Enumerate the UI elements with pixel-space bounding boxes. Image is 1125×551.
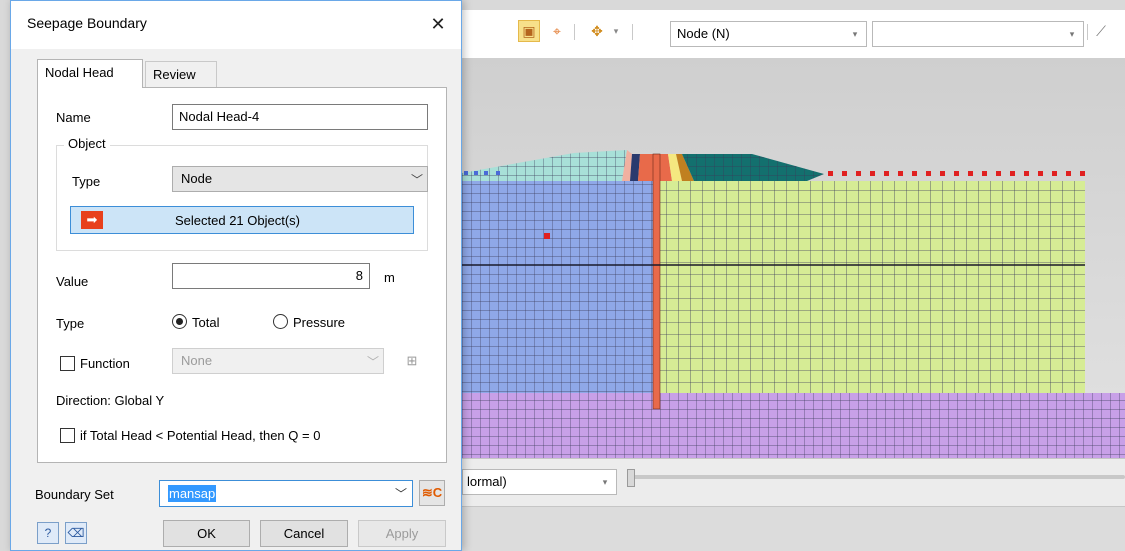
secondary-filter-combo[interactable]: ▾ — [872, 21, 1084, 47]
view-mode-value: lormal) — [467, 474, 507, 489]
pressure-radio[interactable] — [273, 314, 288, 329]
cutoff-wall — [652, 153, 661, 410]
chevron-down-icon: ﹀ — [366, 354, 379, 369]
nodal-head-panel: Name Nodal Head-4 Object Type Node ﹀ ➡ S… — [37, 87, 447, 463]
object-type-select[interactable]: Node ﹀ — [172, 166, 428, 192]
boundary-set-value: mansap — [168, 485, 217, 502]
help-icon[interactable]: ? — [37, 522, 59, 544]
function-select[interactable]: None ﹀ — [172, 348, 384, 374]
chevron-down-icon[interactable]: ▾ — [610, 20, 622, 42]
head-type-label: Type — [56, 316, 85, 331]
chevron-down-icon: ﹀ — [394, 487, 407, 501]
object-group-box — [56, 145, 428, 251]
chevron-down-icon: ﹀ — [410, 172, 423, 187]
potential-head-checkbox[interactable] — [60, 428, 75, 443]
cancel-button[interactable]: Cancel — [260, 520, 348, 547]
eraser-icon[interactable]: ⌫ — [65, 522, 87, 544]
toolbar-separator — [1087, 24, 1088, 40]
bottom-panel — [462, 506, 1125, 551]
direction-text: Direction: Global Y — [56, 393, 165, 408]
selection-filter-value: Node (N) — [677, 26, 730, 41]
object-group-label: Object — [64, 136, 110, 151]
chevron-down-icon: ▾ — [602, 476, 608, 487]
chevron-down-icon: ▾ — [1069, 28, 1075, 39]
value-label: Value — [56, 274, 89, 289]
dialog-title: Seepage Boundary — [27, 15, 147, 31]
finite-element-mesh — [462, 150, 1125, 458]
arrow-right-icon: ➡ — [81, 211, 103, 229]
transparency-slider-track[interactable] — [627, 475, 1125, 479]
name-input[interactable]: Nodal Head-4 — [172, 104, 428, 130]
selection-filter-combo[interactable]: Node (N) ▾ — [670, 21, 867, 47]
pick-select-icon[interactable]: ⌖ — [546, 20, 568, 42]
function-value: None — [181, 353, 213, 368]
potential-head-label: if Total Head < Potential Head, then Q =… — [80, 428, 321, 443]
total-radio-label: Total — [192, 315, 220, 330]
model-viewport[interactable] — [462, 58, 1125, 458]
selected-objects-button[interactable]: ➡ Selected 21 Object(s) — [70, 206, 414, 234]
total-radio[interactable] — [172, 314, 187, 329]
toolbar-separator — [632, 24, 633, 40]
chevron-down-icon: ▾ — [852, 28, 858, 39]
object-type-value: Node — [181, 171, 213, 186]
dialog-title-bar[interactable]: Seepage Boundary ✕ — [11, 1, 461, 49]
boundary-set-select[interactable]: mansap ﹀ — [159, 480, 413, 507]
value-input[interactable]: 8 — [172, 263, 370, 289]
status-bar: lormal) ▾ — [462, 458, 1125, 506]
boundary-set-label: Boundary Set — [35, 487, 114, 502]
function-checkbox[interactable] — [60, 356, 75, 371]
main-toolbar: ▣ ⌖ ✥ ▾ Node (N) ▾ ▾ ⟋ — [462, 10, 1125, 58]
toolbar-separator — [574, 24, 575, 40]
select-window-icon[interactable]: ▣ — [518, 20, 540, 42]
selected-objects-text: Selected 21 Object(s) — [175, 213, 301, 228]
boundary-set-manager-icon[interactable]: ≋C — [419, 480, 445, 506]
tab-nodal-head[interactable]: Nodal Head — [37, 59, 143, 88]
ok-button[interactable]: OK — [163, 520, 250, 547]
name-label: Name — [56, 110, 91, 125]
function-graph-icon[interactable]: ⊞ — [400, 350, 424, 372]
seepage-boundary-dialog: Seepage Boundary ✕ Nodal Head Review Nam… — [10, 0, 462, 551]
move-tool-icon[interactable]: ✥ — [586, 20, 608, 42]
value-unit: m — [384, 270, 395, 285]
close-icon[interactable]: ✕ — [425, 11, 451, 37]
object-type-label: Type — [72, 174, 101, 189]
pressure-radio-label: Pressure — [293, 315, 346, 330]
view-mode-combo[interactable]: lormal) ▾ — [462, 469, 617, 495]
polyline-select-icon[interactable]: ⟋ — [1090, 20, 1112, 42]
apply-button[interactable]: Apply — [358, 520, 446, 547]
tab-review[interactable]: Review — [145, 61, 217, 87]
function-label: Function — [80, 356, 130, 371]
transparency-slider-thumb[interactable] — [627, 469, 635, 487]
